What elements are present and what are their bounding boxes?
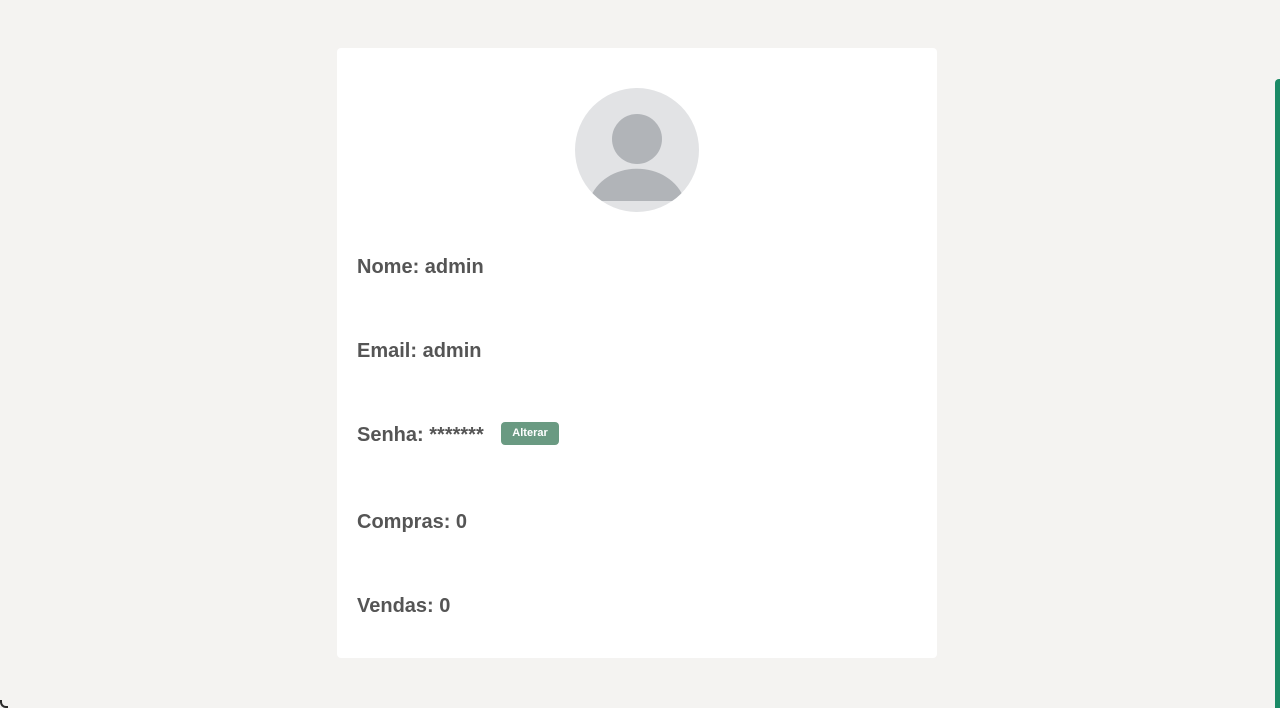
purchases-field: Compras: 0 xyxy=(357,510,467,534)
window-corner xyxy=(0,700,8,708)
purchases-label: Compras: xyxy=(357,511,451,533)
default-user-icon xyxy=(589,114,685,201)
sales-label: Vendas: xyxy=(357,595,434,617)
profile-card: Nome: admin Email: admin Senha: ******* … xyxy=(337,48,937,658)
accent-bar xyxy=(1275,79,1280,708)
email-value: admin xyxy=(422,340,482,362)
name-field: Nome: admin xyxy=(357,255,484,279)
change-password-button[interactable]: Alterar xyxy=(501,422,559,446)
sales-value: 0 xyxy=(439,595,451,617)
sales-field: Vendas: 0 xyxy=(357,594,450,618)
password-field: Senha: ******* Alterar xyxy=(357,422,559,447)
name-value: admin xyxy=(424,256,484,278)
email-label: Email: xyxy=(357,340,418,362)
purchases-value: 0 xyxy=(455,511,468,533)
name-label: Nome: xyxy=(357,256,420,278)
email-field: Email: admin xyxy=(357,339,482,363)
avatar xyxy=(575,88,699,212)
password-value: ******* xyxy=(429,424,484,446)
password-label: Senha: xyxy=(357,424,424,446)
